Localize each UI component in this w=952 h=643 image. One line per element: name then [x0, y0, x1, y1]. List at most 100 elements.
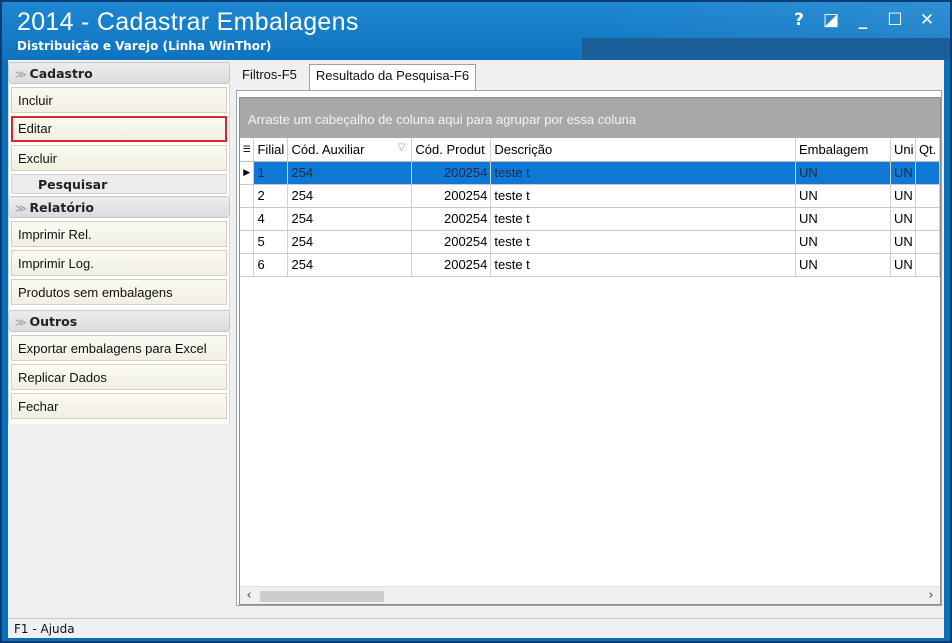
pesquisar-button[interactable]: Pesquisar	[11, 174, 227, 194]
group-header-outros[interactable]: ≫ Outros	[8, 310, 230, 332]
table-cell[interactable]: UN	[795, 207, 891, 231]
chevron-collapse-icon: ≫	[15, 68, 27, 81]
table-row[interactable]: 6 254 200254 teste t UN UN	[240, 253, 941, 277]
table-cell[interactable]: teste t	[490, 207, 796, 231]
column-chooser-icon[interactable]: ☰	[240, 138, 255, 162]
row-indicator	[240, 184, 255, 208]
table-cell[interactable]: UN	[890, 184, 916, 208]
table-cell[interactable]: teste t	[490, 253, 796, 277]
maximize-button[interactable]: ☐	[886, 10, 904, 30]
main-panel: Filtros-F5 Resultado da Pesquisa-F6 Arra…	[236, 60, 944, 620]
group-body-cadastro: Incluir Editar Excluir Pesquisar	[8, 84, 230, 196]
table-cell[interactable]: 5	[253, 230, 289, 254]
table-cell[interactable]: 200254	[411, 161, 492, 185]
results-table: ☰ Filial Cód. Auxiliar ▽ Cód. Produt Desc…	[240, 138, 941, 277]
table-cell[interactable]: 6	[253, 253, 289, 277]
row-indicator-icon: ▶	[240, 161, 255, 185]
table-cell[interactable]: teste t	[490, 230, 796, 254]
sidebar: ≫ Cadastro Incluir Editar Excluir Pesquis…	[8, 62, 230, 622]
table-cell[interactable]: 254	[287, 161, 413, 185]
table-cell[interactable]: 254	[287, 184, 413, 208]
table-cell[interactable]: 254	[287, 230, 413, 254]
table-cell[interactable]	[915, 253, 941, 277]
tab-bar: Filtros-F5 Resultado da Pesquisa-F6	[236, 64, 477, 91]
produtos-sem-embalagens-button[interactable]: Produtos sem embalagens	[11, 279, 227, 305]
imprimir-rel-button[interactable]: Imprimir Rel.	[11, 221, 227, 247]
scroll-right-icon[interactable]: ›	[924, 587, 938, 605]
table-cell[interactable]	[915, 230, 941, 254]
table-row[interactable]: 5 254 200254 teste t UN UN	[240, 230, 941, 254]
tab-resultado-pesquisa[interactable]: Resultado da Pesquisa-F6	[308, 64, 477, 91]
filter-icon[interactable]: ▽	[398, 142, 406, 153]
column-header-label: Cód. Auxiliar	[291, 141, 365, 157]
table-row[interactable]: 2 254 200254 teste t UN UN	[240, 184, 941, 208]
table-cell[interactable]: 4	[253, 207, 289, 231]
window-subtitle: Distribuição e Varejo (Linha WinThor)	[17, 39, 272, 53]
table-cell[interactable]: 1	[253, 161, 289, 185]
column-header-cod-produt[interactable]: Cód. Produt	[411, 138, 492, 162]
group-header-label: Cadastro	[29, 66, 93, 81]
help-button[interactable]: ?	[790, 10, 808, 30]
table-cell[interactable]: UN	[890, 230, 916, 254]
table-cell[interactable]: 200254	[411, 253, 492, 277]
tab-filtros[interactable]: Filtros-F5	[236, 64, 303, 88]
table-cell[interactable]: UN	[890, 253, 916, 277]
minimize-button[interactable]: _	[854, 10, 872, 30]
column-header-qt[interactable]: Qt.	[915, 138, 941, 162]
table-cell[interactable]: 254	[287, 253, 413, 277]
exportar-excel-button[interactable]: Exportar embalagens para Excel	[11, 335, 227, 361]
row-indicator	[240, 230, 255, 254]
horizontal-scrollbar[interactable]: ‹ ›	[240, 586, 940, 604]
table-row[interactable]: ▶ 1 254 200254 teste t UN UN	[240, 161, 941, 185]
table-cell[interactable]: 254	[287, 207, 413, 231]
table-cell[interactable]: UN	[890, 207, 916, 231]
group-header-relatorio[interactable]: ≫ Relatório	[8, 196, 230, 218]
column-header-embalagem[interactable]: Embalagem	[795, 138, 891, 162]
row-indicator	[240, 253, 255, 277]
table-cell[interactable]: 200254	[411, 230, 492, 254]
table-cell[interactable]: 2	[253, 184, 289, 208]
group-by-panel[interactable]: Arraste um cabeçalho de coluna aqui para…	[240, 98, 940, 138]
tab-content: Arraste um cabeçalho de coluna aqui para…	[236, 90, 942, 606]
table-row[interactable]: 4 254 200254 teste t UN UN	[240, 207, 941, 231]
close-button[interactable]: ✕	[918, 10, 936, 30]
table-cell[interactable]: 200254	[411, 184, 492, 208]
scroll-left-icon[interactable]: ‹	[242, 587, 256, 605]
title-bar[interactable]: 2014 - Cadastrar Embalagens Distribuição…	[2, 2, 950, 60]
title-decoration-band	[582, 38, 950, 60]
group-header-label: Outros	[29, 314, 78, 329]
replicar-dados-button[interactable]: Replicar Dados	[11, 364, 227, 390]
table-cell[interactable]: 200254	[411, 207, 492, 231]
client-area: ≫ Cadastro Incluir Editar Excluir Pesquis…	[8, 60, 944, 638]
editar-button[interactable]: Editar	[11, 116, 227, 142]
table-body: ▶ 1 254 200254 teste t UN UN 2 254 200254 teste tU…	[240, 161, 941, 277]
group-header-label: Relatório	[29, 200, 94, 215]
column-header-filial[interactable]: Filial	[253, 138, 289, 162]
scrollbar-thumb[interactable]	[260, 591, 384, 602]
table-cell[interactable]: UN	[795, 253, 891, 277]
incluir-button[interactable]: Incluir	[11, 87, 227, 113]
table-cell[interactable]: teste t	[490, 184, 796, 208]
column-header-uni[interactable]: Uni	[890, 138, 916, 162]
table-cell[interactable]	[915, 184, 941, 208]
table-cell[interactable]	[915, 207, 941, 231]
table-cell[interactable]	[915, 161, 941, 185]
imprimir-log-button[interactable]: Imprimir Log.	[11, 250, 227, 276]
excluir-button[interactable]: Excluir	[11, 145, 227, 171]
group-header-cadastro[interactable]: ≫ Cadastro	[8, 62, 230, 84]
fechar-button[interactable]: Fechar	[11, 393, 227, 419]
chevron-collapse-icon: ≫	[15, 202, 27, 215]
app-window: 2014 - Cadastrar Embalagens Distribuição…	[0, 0, 952, 643]
table-cell[interactable]: teste t	[490, 161, 796, 185]
restore-button[interactable]: ◪	[822, 10, 840, 30]
row-indicator	[240, 207, 255, 231]
table-cell[interactable]: UN	[890, 161, 916, 185]
table-cell[interactable]: UN	[795, 161, 891, 185]
table-cell[interactable]: UN	[795, 230, 891, 254]
column-header-cod-auxiliar[interactable]: Cód. Auxiliar ▽	[287, 138, 413, 162]
window-title: 2014 - Cadastrar Embalagens	[17, 8, 359, 36]
table-header-row: ☰ Filial Cód. Auxiliar ▽ Cód. Produt Desc…	[240, 138, 941, 162]
group-body-outros: Exportar embalagens para Excel Replicar …	[8, 332, 230, 424]
column-header-descricao[interactable]: Descrição	[490, 138, 796, 162]
table-cell[interactable]: UN	[795, 184, 891, 208]
